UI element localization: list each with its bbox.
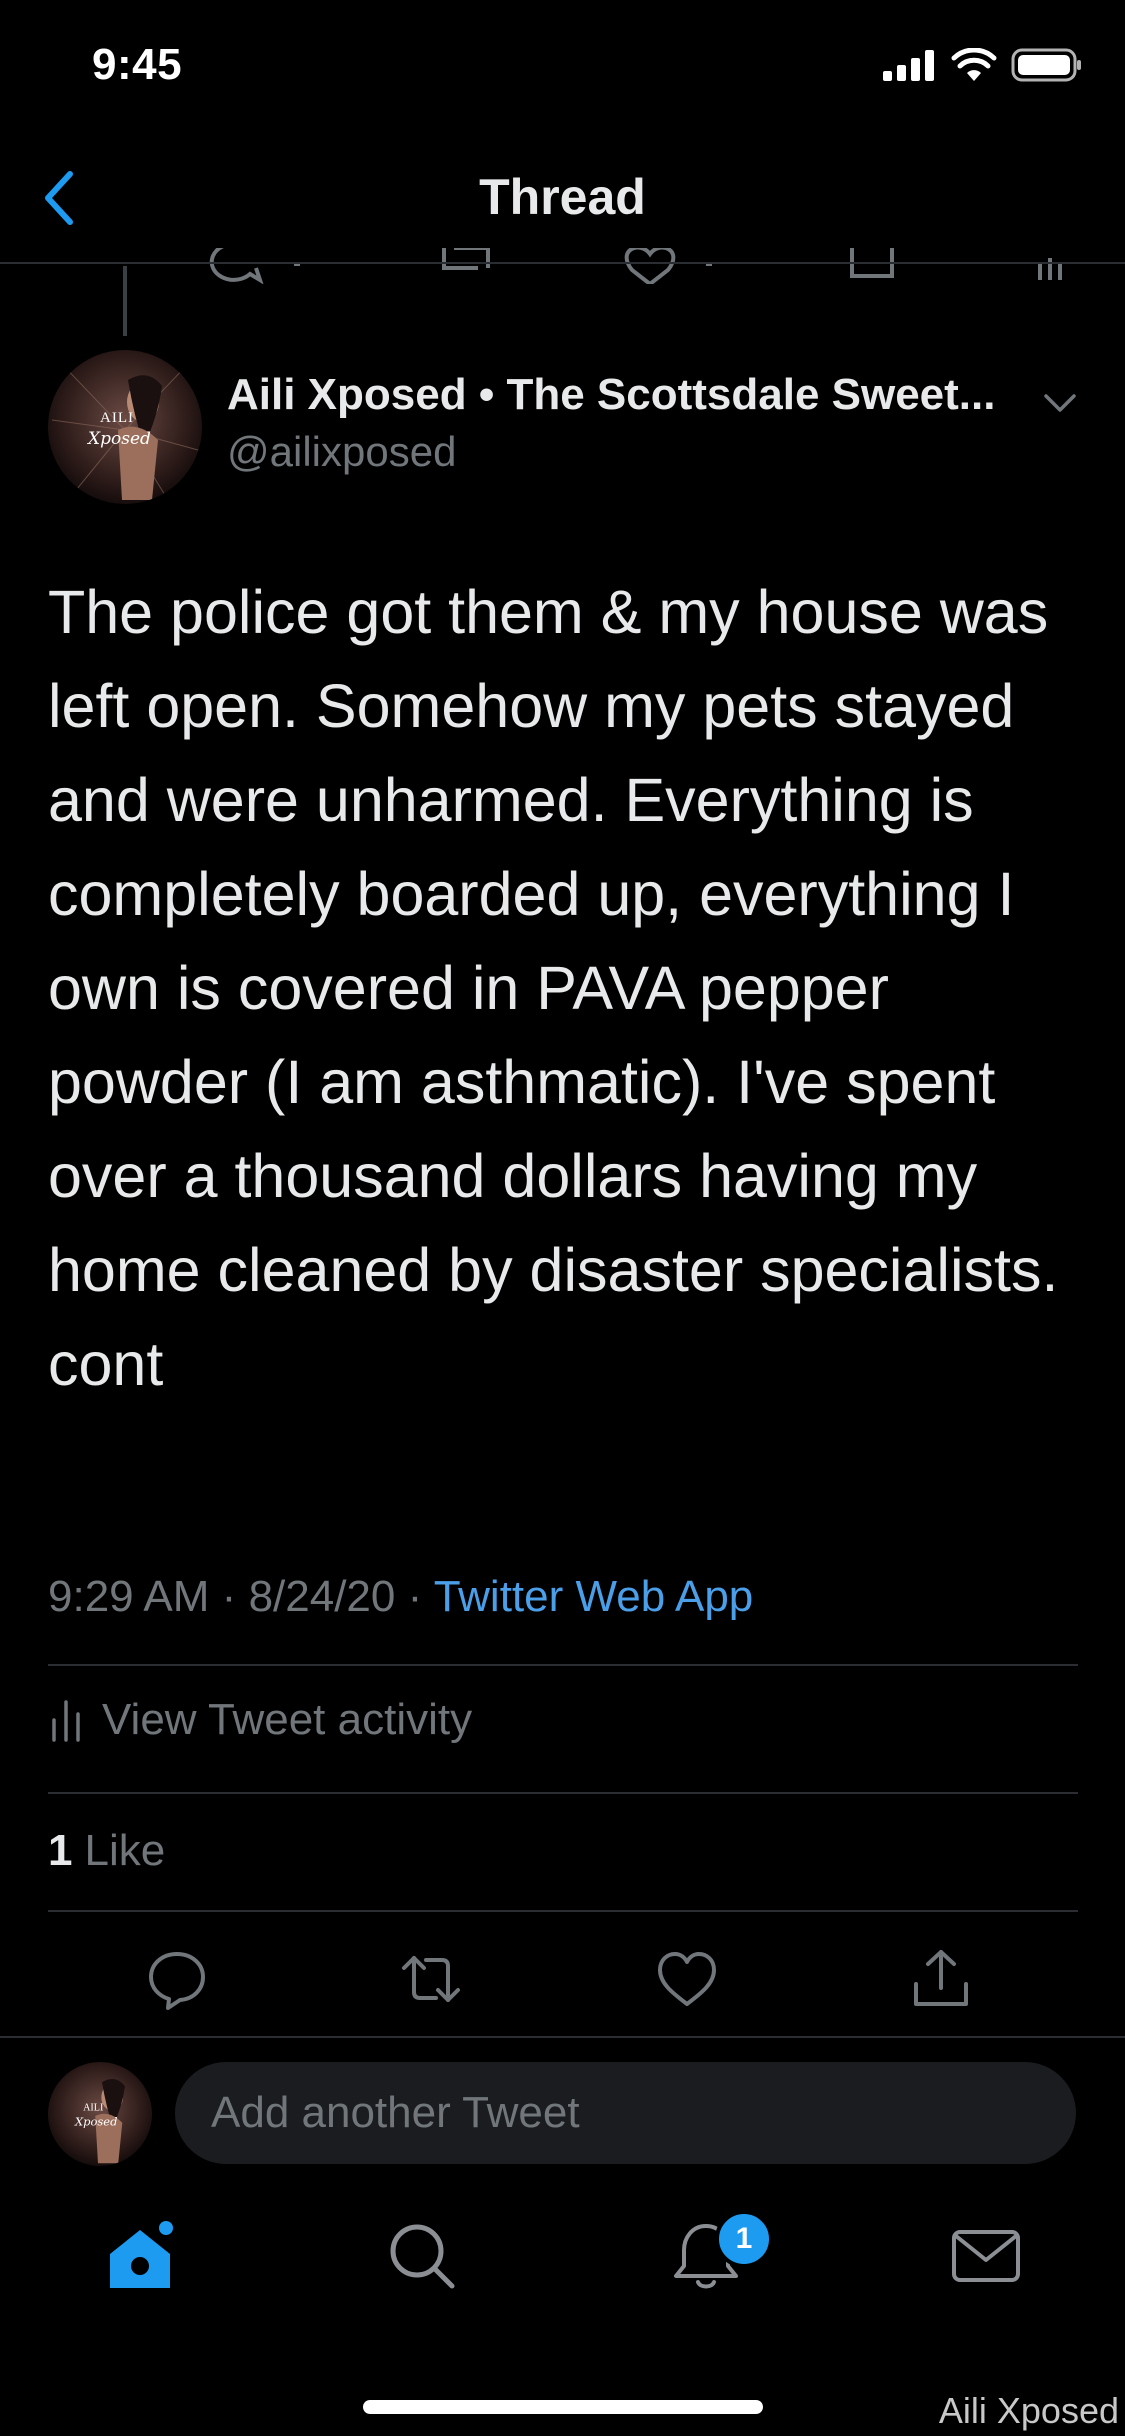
likes-count[interactable]: 1 Like: [48, 1826, 165, 1876]
meta-separator: ·: [407, 1572, 423, 1621]
previous-tweet-actions: [0, 248, 1125, 284]
meta-separator: ·: [221, 1572, 237, 1621]
status-bar-icons: [883, 48, 1083, 82]
signal-icon: [883, 50, 934, 81]
activity-bars-icon: [52, 1700, 80, 1742]
thread-connector-line: [123, 266, 127, 336]
home-indicator[interactable]: [363, 2400, 763, 2414]
action-bar-divider: [0, 2036, 1125, 2038]
author-handle[interactable]: @ailixposed: [227, 428, 456, 476]
avatar[interactable]: AILI Xposed: [48, 350, 202, 504]
divider: [48, 1792, 1078, 1794]
search-icon[interactable]: [384, 2218, 460, 2294]
view-tweet-activity-label: View Tweet activity: [102, 1695, 473, 1744]
composer-avatar-logo-text: AILI: [83, 2103, 104, 2114]
watermark-text: Aili Xposed: [938, 2390, 1119, 2431]
tweet-source-link[interactable]: Twitter Web App: [434, 1572, 754, 1621]
author-name[interactable]: Aili Xposed • The Scottsdale Sweet...: [227, 370, 995, 420]
composer-avatar-logo-script: Xposed: [74, 2114, 117, 2128]
divider: [48, 1910, 1078, 1912]
battery-icon: [1011, 48, 1081, 82]
add-tweet-input[interactable]: Add another Tweet: [175, 2062, 1076, 2164]
notification-badge: 1: [715, 2210, 773, 2268]
status-bar-time: 9:45: [92, 40, 183, 89]
tweet-text: The police got them & my house was left …: [48, 578, 1059, 1398]
divider: [48, 1664, 1078, 1666]
wifi-icon: [951, 48, 997, 81]
avatar-logo-text: AILI: [100, 410, 134, 426]
reply-icon[interactable]: [144, 1946, 210, 2012]
nav-divider: [0, 262, 1125, 264]
tweet-meta: 9:29 AM · 8/24/20 · Twitter Web App: [48, 1572, 753, 1622]
retweet-icon[interactable]: [398, 1946, 464, 2012]
tweet-time: 9:29 AM: [48, 1572, 210, 1621]
view-tweet-activity-button[interactable]: View Tweet activity: [48, 1695, 472, 1745]
page-title: Thread: [479, 169, 646, 225]
avatar-logo-script: Xposed: [86, 429, 151, 449]
share-icon[interactable]: [908, 1946, 974, 2012]
like-count-number: 1: [48, 1826, 73, 1875]
composer-avatar: AILI Xposed: [48, 2062, 152, 2166]
previous-tweet-action-icons: [209, 248, 1062, 284]
home-icon[interactable]: [102, 2218, 178, 2294]
chevron-down-icon[interactable]: [1040, 382, 1080, 422]
tweet-date: 8/24/20: [248, 1572, 396, 1621]
mail-icon[interactable]: [948, 2218, 1024, 2294]
like-icon[interactable]: [654, 1946, 720, 2012]
like-count-label: Like: [84, 1826, 166, 1875]
